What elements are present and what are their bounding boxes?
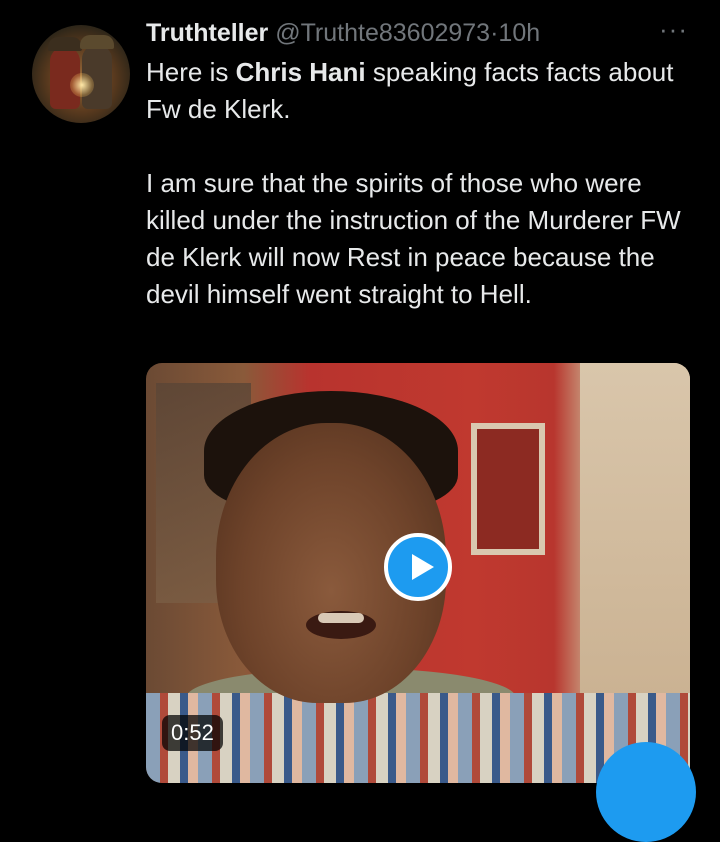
more-options-icon[interactable]: ··· (659, 14, 688, 45)
tweet-paragraph-2: I am sure that the spirits of those who … (146, 168, 681, 309)
tweet-text-prefix: Here is (146, 57, 236, 87)
avatar-light (70, 73, 94, 97)
video-duration: 0:52 (162, 715, 223, 751)
avatar-hat-right (80, 35, 114, 49)
author-name[interactable]: Truthteller (146, 19, 268, 47)
play-icon[interactable] (384, 533, 452, 601)
tweet-paragraph-1: Here is Chris Hani speaking facts facts … (146, 54, 686, 128)
timestamp[interactable]: 10h (498, 19, 540, 47)
video-person-teeth (318, 613, 364, 623)
video-media[interactable]: 0:52 (146, 363, 690, 783)
author-handle[interactable]: @Truthte83602973 (275, 19, 490, 47)
tweet-text: Here is Chris Hani speaking facts facts … (146, 54, 686, 313)
video-background-frame (471, 423, 545, 555)
avatar-hat-left (48, 37, 82, 51)
tweet-text-bold-name: Chris Hani (235, 57, 366, 87)
avatar[interactable] (32, 25, 130, 123)
tweet-header: Truthteller @Truthte83602973·10h (146, 17, 620, 49)
compose-icon[interactable] (596, 742, 696, 842)
